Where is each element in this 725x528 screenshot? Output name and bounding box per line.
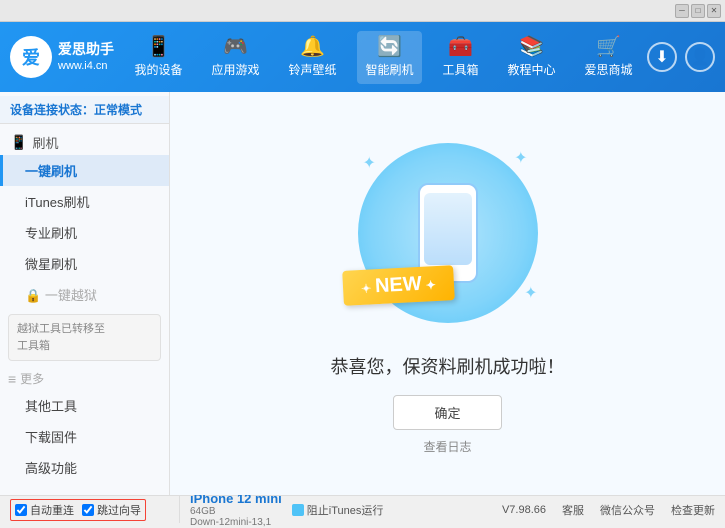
header: 爱 爱思助手 www.i4.cn 📱 我的设备 🎮 应用游戏 🔔 铃声壁纸 🔄 … <box>0 22 725 92</box>
my-device-icon: 📱 <box>146 37 171 57</box>
flash-section-label: 刷机 <box>32 133 58 152</box>
success-message: 恭喜您，保资料刷机成功啦！ <box>331 353 565 379</box>
logo-area: 爱 爱思助手 www.i4.cn <box>10 36 120 78</box>
advanced-label: 高级功能 <box>25 461 77 476</box>
via-wizard-checkbox-item[interactable]: 跳过向导 <box>82 502 141 518</box>
maximize-button[interactable]: □ <box>691 4 705 18</box>
sidebar-item-advanced[interactable]: 高级功能 <box>0 452 169 483</box>
nav-ringtone-wallpaper[interactable]: 🔔 铃声壁纸 <box>280 31 344 84</box>
logo-icon: 爱 <box>10 36 52 78</box>
logo-text: 爱思助手 www.i4.cn <box>58 40 114 75</box>
sidebar-item-itunes-flash[interactable]: iTunes刷机 <box>0 186 169 217</box>
bottom-bar: 自动重连 跳过向导 iPhone 12 mini 64GB Down-12min… <box>0 495 725 523</box>
customer-service-link[interactable]: 客服 <box>562 502 584 518</box>
section-flash: 📱 刷机 <box>0 128 169 155</box>
window-controls[interactable]: ─ □ ✕ <box>675 4 721 18</box>
sidebar-item-download-firmware[interactable]: 下载固件 <box>0 421 169 452</box>
nav-ringtone-label: 铃声壁纸 <box>288 61 336 78</box>
sparkle-top-right: ✦ <box>514 148 527 168</box>
status-label: 设备连接状态： <box>10 103 94 117</box>
more-section-label: 更多 <box>20 370 44 387</box>
sidebar-item-other-tools[interactable]: 其他工具 <box>0 390 169 421</box>
wechat-link[interactable]: 微信公众号 <box>600 502 655 518</box>
stop-itunes-label: 阻止iTunes运行 <box>307 502 384 518</box>
nav-toolbox[interactable]: 🧰 工具箱 <box>434 31 486 84</box>
nav-smart-flash[interactable]: 🔄 智能刷机 <box>357 31 421 84</box>
device-info: iPhone 12 mini 64GB Down-12mini-13,1 <box>180 496 292 523</box>
sidebar-item-pro-flash[interactable]: 专业刷机 <box>0 217 169 248</box>
auto-connect-checkbox-item[interactable]: 自动重连 <box>15 502 74 518</box>
store-icon: 🛒 <box>596 37 621 57</box>
apps-games-icon: 🎮 <box>223 37 248 57</box>
warning-line1: 越狱工具已转移至 <box>17 321 152 338</box>
sidebar: 设备连接状态：正常模式 📱 刷机 一键刷机 iTunes刷机 专业刷机 微星刷机… <box>0 92 170 495</box>
nav-tutorial[interactable]: 📚 教程中心 <box>499 31 563 84</box>
warning-line2: 工具箱 <box>17 338 152 355</box>
new-badge: NEW <box>342 265 454 306</box>
sidebar-item-jailbreak: 🔒 一键越狱 <box>0 279 169 310</box>
nav-my-device-label: 我的设备 <box>134 61 182 78</box>
more-section-divider: 更多 <box>0 365 169 390</box>
download-firmware-label: 下载固件 <box>25 430 77 445</box>
nav-items: 📱 我的设备 🎮 应用游戏 🔔 铃声壁纸 🔄 智能刷机 🧰 工具箱 📚 教程中心… <box>120 31 647 84</box>
nav-my-device[interactable]: 📱 我的设备 <box>126 31 190 84</box>
confirm-button[interactable]: 确定 <box>393 395 501 430</box>
itunes-flash-label: iTunes刷机 <box>25 195 90 210</box>
ringtone-icon: 🔔 <box>300 37 325 57</box>
auto-connect-checkbox[interactable] <box>15 504 27 516</box>
stop-itunes[interactable]: 阻止iTunes运行 <box>292 502 384 518</box>
fix-flash-label: 微星刷机 <box>25 257 77 272</box>
bottom-left: 自动重连 跳过向导 <box>10 496 180 523</box>
toolbox-icon: 🧰 <box>448 37 473 57</box>
nav-apps-games-label: 应用游戏 <box>211 61 259 78</box>
sparkle-top-left: ✦ <box>363 153 376 173</box>
phone-screen <box>424 193 472 265</box>
nav-smart-flash-label: 智能刷机 <box>365 61 413 78</box>
tutorial-icon: 📚 <box>519 37 544 57</box>
one-click-flash-label: 一键刷机 <box>25 164 77 179</box>
checkbox-group: 自动重连 跳过向导 <box>10 499 146 521</box>
phone-illustration: ✦ ✦ ✦ NEW <box>348 133 548 333</box>
nav-store-label: 爱思商城 <box>584 61 632 78</box>
view-log-link[interactable]: 查看日志 <box>423 438 471 455</box>
other-tools-label: 其他工具 <box>25 399 77 414</box>
nav-apps-games[interactable]: 🎮 应用游戏 <box>203 31 267 84</box>
status-value: 正常模式 <box>94 103 142 117</box>
pro-flash-label: 专业刷机 <box>25 226 77 241</box>
nav-tutorial-label: 教程中心 <box>507 61 555 78</box>
app-url: www.i4.cn <box>58 59 114 74</box>
smart-flash-icon: 🔄 <box>377 37 402 57</box>
jailbreak-label: 一键越狱 <box>45 288 97 303</box>
nav-toolbox-label: 工具箱 <box>442 61 478 78</box>
sidebar-item-fix-flash[interactable]: 微星刷机 <box>0 248 169 279</box>
via-wizard-label: 跳过向导 <box>97 502 141 518</box>
sidebar-item-one-click-flash[interactable]: 一键刷机 <box>0 155 169 186</box>
auto-connect-label: 自动重连 <box>30 502 74 518</box>
minimize-button[interactable]: ─ <box>675 4 689 18</box>
flash-section-icon: 📱 <box>10 134 27 151</box>
jailbreak-warning: 越狱工具已转移至 工具箱 <box>8 314 161 361</box>
bottom-right: V7.98.66 客服 微信公众号 检查更新 <box>502 502 715 518</box>
content-area: ✦ ✦ ✦ NEW 恭喜您，保资料刷机成功啦！ 确定 查看日志 <box>170 92 725 495</box>
version-text: V7.98.66 <box>502 504 546 516</box>
stop-itunes-icon <box>292 504 304 516</box>
via-wizard-checkbox[interactable] <box>82 504 94 516</box>
sparkle-bottom-right: ✦ <box>524 283 537 303</box>
app-name: 爱思助手 <box>58 40 114 60</box>
check-update-link[interactable]: 检查更新 <box>671 502 715 518</box>
title-bar: ─ □ ✕ <box>0 0 725 22</box>
close-button[interactable]: ✕ <box>707 4 721 18</box>
download-button[interactable]: ⬇ <box>647 42 677 72</box>
nav-actions: ⬇ 👤 <box>647 42 715 72</box>
main-layout: 设备连接状态：正常模式 📱 刷机 一键刷机 iTunes刷机 专业刷机 微星刷机… <box>0 92 725 495</box>
user-button[interactable]: 👤 <box>685 42 715 72</box>
device-storage: 64GB <box>190 506 282 517</box>
device-status-bar: 设备连接状态：正常模式 <box>0 96 169 124</box>
nav-store[interactable]: 🛒 爱思商城 <box>576 31 640 84</box>
